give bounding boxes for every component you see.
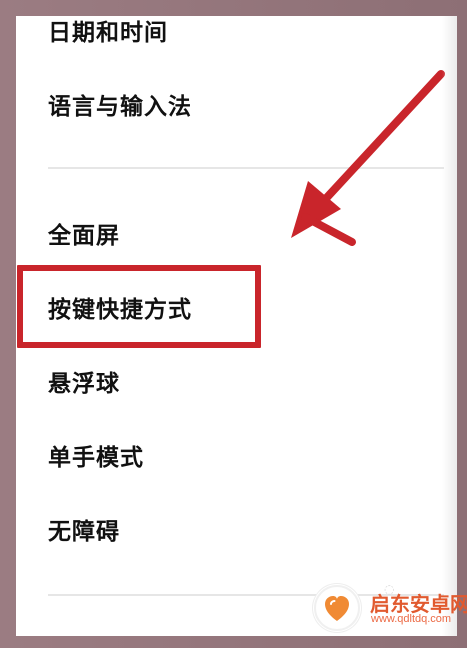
screen-edge-shadow bbox=[442, 16, 457, 636]
menu-item-full-screen[interactable]: 全面屏 bbox=[48, 225, 120, 248]
watermark: 启东安卓网 www.qdltdq.com bbox=[313, 584, 467, 632]
menu-item-floating-ball[interactable]: 悬浮球 bbox=[48, 373, 120, 396]
photo-frame: 日期和时间 语言与输入法 全面屏 按键快捷方式 悬浮球 单手模式 无障碍 ◌ 启… bbox=[0, 0, 467, 648]
watermark-url: www.qdltdq.com bbox=[371, 613, 452, 625]
menu-item-one-hand-mode[interactable]: 单手模式 bbox=[48, 447, 144, 470]
menu-item-language-input[interactable]: 语言与输入法 bbox=[48, 96, 192, 119]
orange-heart-logo-icon bbox=[313, 584, 361, 632]
highlight-box bbox=[17, 265, 261, 348]
settings-screen: 日期和时间 语言与输入法 全面屏 按键快捷方式 悬浮球 单手模式 无障碍 ◌ bbox=[16, 16, 457, 636]
menu-item-date-time[interactable]: 日期和时间 bbox=[48, 22, 168, 45]
section-divider bbox=[48, 167, 444, 169]
menu-item-accessibility[interactable]: 无障碍 bbox=[48, 521, 120, 544]
